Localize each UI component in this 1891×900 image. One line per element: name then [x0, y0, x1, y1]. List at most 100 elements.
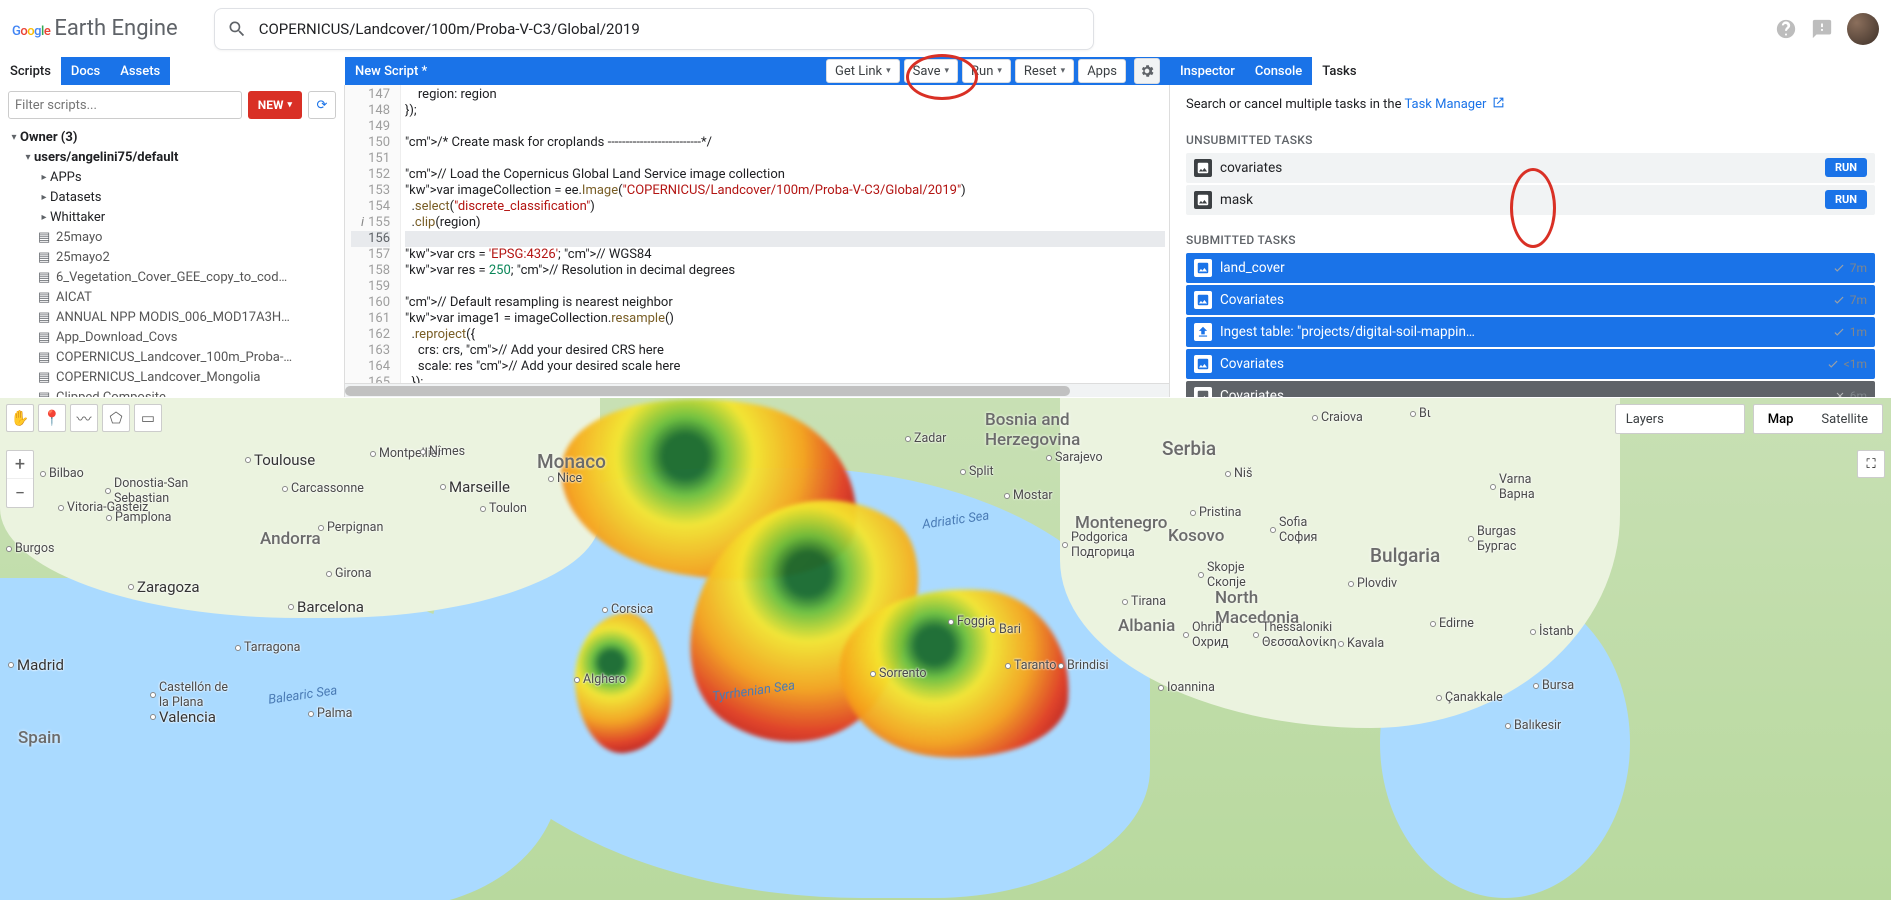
maptype-satellite[interactable]: Satellite [1807, 405, 1882, 433]
gear-icon[interactable] [1134, 58, 1160, 84]
map-city-label: Bursa [1533, 678, 1574, 693]
map-city-label: Sorrento [870, 666, 927, 681]
image-icon [1194, 159, 1212, 177]
tree-file[interactable]: ▤6_Vegetation_Cover_GEE_copy_to_cod… [4, 267, 344, 287]
tree-file[interactable]: ▤AICAT [4, 287, 344, 307]
save-button[interactable]: Save [904, 59, 958, 83]
tree-folder[interactable]: ▸APPs [4, 167, 344, 187]
new-script-button[interactable]: NEW [248, 91, 302, 119]
hand-tool-icon[interactable]: ✋ [6, 404, 34, 432]
task-run-button[interactable]: RUN [1825, 158, 1867, 177]
map-city-label: Nice [548, 471, 582, 486]
point-tool-icon[interactable]: 📍 [38, 404, 66, 432]
line-tool-icon[interactable]: 〰 [70, 404, 98, 432]
getlink-button[interactable]: Get Link [826, 59, 900, 83]
task-submitted[interactable]: Covariates <1m [1186, 349, 1875, 379]
tree-file[interactable]: ▤25mayo [4, 227, 344, 247]
help-icon[interactable] [1771, 14, 1801, 44]
task-unsubmitted[interactable]: covariates RUN [1186, 153, 1875, 183]
map-city-label: Perpignan [318, 520, 383, 535]
zoom-control[interactable]: + − [6, 450, 34, 508]
unsubmitted-header: UNSUBMITTED TASKS [1186, 133, 1875, 147]
tree-owner[interactable]: ▾Owner (3) [4, 127, 344, 147]
tab-scripts[interactable]: Scripts [0, 57, 61, 85]
map-canvas[interactable]: ✋ 📍 〰 ⬠ ▭ + − Layers Map Satellite ⛶ And… [0, 398, 1891, 900]
map-city-label: Tarragona [235, 640, 300, 655]
polygon-tool-icon[interactable]: ⬠ [102, 404, 130, 432]
task-name: covariates [1220, 160, 1825, 176]
map-city-label: Sarajevo [1046, 450, 1103, 465]
tree-file[interactable]: ▤Clipped Composite [4, 387, 344, 397]
tab-inspector[interactable]: Inspector [1170, 57, 1245, 85]
maptype-toggle[interactable]: Map Satellite [1753, 404, 1883, 434]
map-country-label: Serbia [1162, 437, 1216, 460]
submitted-header: SUBMITTED TASKS [1186, 233, 1875, 247]
map-city-label: PodgoricaПодгорица [1062, 530, 1135, 560]
layers-button[interactable]: Layers [1615, 404, 1745, 434]
map-city-label: OhridОхрид [1183, 620, 1229, 650]
map-city-label: Craiova [1312, 410, 1363, 425]
map-city-label: Bilbao [40, 466, 84, 481]
tree-file[interactable]: ▤App_Download_Covs [4, 327, 344, 347]
search-bar[interactable] [214, 8, 1094, 50]
task-submitted[interactable]: Covariates 6m [1186, 381, 1875, 398]
map-city-label: Zaragoza [128, 578, 200, 596]
tree-file[interactable]: ▤COPERNICUS_Landcover_100m_Proba-… [4, 347, 344, 367]
scripts-filter-input[interactable] [8, 91, 242, 119]
map-city-label: Mostar [1004, 488, 1053, 503]
tree-folder[interactable]: ▸Datasets [4, 187, 344, 207]
map-city-label: Tirana [1122, 594, 1166, 609]
task-name: Ingest table: "projects/digital-soil-map… [1220, 324, 1832, 340]
run-button[interactable]: Run [962, 59, 1011, 83]
map-city-label: Corsica [602, 602, 653, 617]
image-icon [1194, 291, 1212, 309]
search-input[interactable] [259, 20, 1081, 38]
code-editor[interactable]: 147148149150151152153154i155156157158159… [345, 85, 1170, 397]
fullscreen-icon[interactable]: ⛶ [1857, 450, 1885, 478]
tab-assets[interactable]: Assets [110, 57, 170, 85]
zoom-out-button[interactable]: − [7, 479, 33, 507]
reload-icon[interactable]: ⟳ [308, 91, 336, 119]
reset-button[interactable]: Reset [1015, 59, 1074, 83]
map-city-label: Ioannina [1158, 680, 1215, 695]
task-submitted[interactable]: land_cover 7m [1186, 253, 1875, 283]
map-city-label: Valencia [150, 708, 216, 726]
tab-tasks[interactable]: Tasks [1312, 57, 1366, 85]
map-country-label: Spain [18, 728, 61, 748]
maptype-map[interactable]: Map [1754, 405, 1808, 433]
tree-folder[interactable]: ▸Whittaker [4, 207, 344, 227]
map-city-label: ThessalonikiΘεσσαλονίκη [1253, 620, 1337, 650]
tasks-hint: Search or cancel multiple tasks in the T… [1186, 95, 1875, 115]
rect-tool-icon[interactable]: ▭ [134, 404, 162, 432]
map-city-label: Marseille [440, 478, 510, 496]
tree-file[interactable]: ▤ANNUAL NPP MODIS_006_MOD17A3H… [4, 307, 344, 327]
search-icon [227, 19, 247, 39]
task-name: mask [1220, 192, 1825, 208]
tree-file[interactable]: ▤COPERNICUS_Landcover_Mongolia [4, 367, 344, 387]
tree-repo[interactable]: ▾users/angelini75/default [4, 147, 344, 167]
map-city-label: Taranto [1005, 658, 1056, 673]
logo[interactable]: Google Earth Engine [12, 16, 188, 41]
map-city-label: VarnaВарна [1490, 472, 1535, 502]
tab-docs[interactable]: Docs [61, 57, 110, 85]
task-unsubmitted[interactable]: mask RUN [1186, 185, 1875, 215]
editor-scrollbar[interactable] [345, 383, 1169, 397]
task-age: 1m [1832, 325, 1867, 339]
upload-icon [1194, 323, 1212, 341]
map-country-label: Bosnia andHerzegovina [985, 410, 1080, 450]
map-country-label: Kosovo [1168, 526, 1224, 546]
task-manager-link[interactable]: Task Manager [1404, 97, 1504, 112]
map-city-label: Edirne [1430, 616, 1474, 631]
map-country-label: Andorra [260, 529, 321, 549]
task-name: Covariates [1220, 356, 1826, 372]
map-city-label: BurgasБургас [1468, 524, 1516, 554]
avatar[interactable] [1847, 13, 1879, 45]
task-submitted[interactable]: Ingest table: "projects/digital-soil-map… [1186, 317, 1875, 347]
zoom-in-button[interactable]: + [7, 451, 33, 479]
tree-file[interactable]: ▤25mayo2 [4, 247, 344, 267]
feedback-icon[interactable] [1807, 14, 1837, 44]
task-submitted[interactable]: Covariates 7m [1186, 285, 1875, 315]
tab-console[interactable]: Console [1245, 57, 1312, 85]
apps-button[interactable]: Apps [1078, 59, 1126, 83]
task-run-button[interactable]: RUN [1825, 190, 1867, 209]
